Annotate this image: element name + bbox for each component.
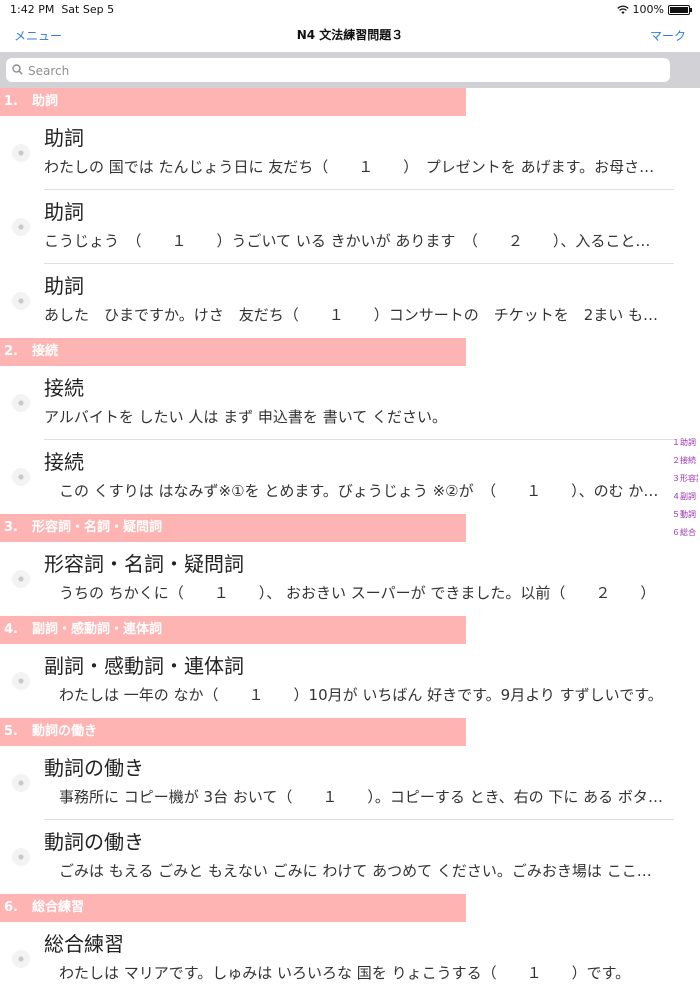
section-header: 6. 総合練習 bbox=[0, 894, 466, 922]
list-item[interactable]: 動詞の働き ごみは もえる ごみと もえない ごみに わけて あつめて ください… bbox=[0, 820, 700, 894]
search-box[interactable] bbox=[6, 58, 670, 82]
question-list: 1. 助詞 助詞 わたしの 国では たんじょう日に 友だち（ １ ） プレゼントを あ… bbox=[0, 88, 700, 996]
section-index: １助詞２接続３形容詞４副詞５動詞６総合 bbox=[672, 434, 698, 542]
item-title: 動詞の働き bbox=[44, 756, 144, 780]
section-header: 1. 助詞 bbox=[0, 88, 466, 116]
section-title: 動詞の働き bbox=[32, 724, 98, 739]
list-item[interactable]: 接続 この くすりは はなみず※①を とめます。びょうじょう ※②が （ １ ）… bbox=[0, 440, 700, 514]
list-item[interactable]: 助詞あした ひまですか。けさ 友だち（ １ ）コンサートの チケットを 2まい … bbox=[0, 264, 700, 338]
status-dot-icon bbox=[12, 570, 30, 588]
search-input[interactable] bbox=[26, 61, 660, 81]
section-title: 副詞・感動詞・連体詞 bbox=[32, 622, 163, 637]
section-header: 3. 形容詞・名詞・疑問詞 bbox=[0, 514, 466, 542]
section-title: 助詞 bbox=[32, 94, 59, 109]
item-question: あした ひまですか。けさ 友だち（ １ ）コンサートの チケットを 2まい もら… bbox=[44, 306, 664, 324]
item-question: 事務所に コピー機が 3台 おいて（ １ ）。コピーする とき、右の 下に ある… bbox=[44, 788, 664, 806]
section-header: 4. 副詞・感動詞・連体詞 bbox=[0, 616, 466, 644]
item-title: 助詞 bbox=[44, 200, 84, 224]
item-title: 形容詞・名詞・疑問詞 bbox=[44, 552, 244, 576]
battery-percent: 100% bbox=[632, 3, 664, 16]
section-index-item[interactable]: ４副詞 bbox=[672, 488, 698, 506]
wifi-icon bbox=[616, 5, 629, 14]
section-number: 2. bbox=[4, 344, 18, 359]
status-dot-icon bbox=[12, 218, 30, 236]
list-item[interactable]: 助詞こうじょう （ １ ）うごいて いる きかいが あります （ ２ ）、入るこ… bbox=[0, 190, 700, 264]
item-title: 助詞 bbox=[44, 126, 84, 150]
section-number: 3. bbox=[4, 520, 18, 535]
item-title: 接続 bbox=[44, 376, 84, 400]
section-index-item[interactable]: ５動詞 bbox=[672, 506, 698, 524]
list-item[interactable]: 形容詞・名詞・疑問詞 うちの ちかくに（ １ ）、 おおきい スーパーが できま… bbox=[0, 542, 700, 616]
item-question: わたしの 国では たんじょう日に 友だち（ １ ） プレゼントを あげます。お母… bbox=[44, 158, 664, 176]
item-question: ごみは もえる ごみと もえない ごみに わけて あつめて ください。ごみおき場… bbox=[44, 862, 664, 880]
section-title: 形容詞・名詞・疑問詞 bbox=[32, 520, 163, 535]
status-dot-icon bbox=[12, 774, 30, 792]
item-question: こうじょう （ １ ）うごいて いる きかいが あります （ ２ ）、入ることが… bbox=[44, 232, 664, 250]
section-index-item[interactable]: ２接続 bbox=[672, 452, 698, 470]
section-title: 総合練習 bbox=[32, 900, 85, 915]
list-item[interactable]: 総合練習 わたしは マリアです。しゅみは いろいろな 国を りょこうする（ １ … bbox=[0, 922, 700, 996]
section-header: 5. 動詞の働き bbox=[0, 718, 466, 746]
status-dot-icon bbox=[12, 144, 30, 162]
item-title: 助詞 bbox=[44, 274, 84, 298]
section-index-item[interactable]: ３形容詞 bbox=[672, 470, 698, 488]
item-question: うちの ちかくに（ １ ）、 おおきい スーパーが できました。以前（ ２ ） bbox=[44, 584, 656, 602]
list-item[interactable]: 副詞・感動詞・連体詞 わたしは 一年の なか（ １ ）10月が いちばん 好きで… bbox=[0, 644, 700, 718]
item-question: わたしは マリアです。しゅみは いろいろな 国を りょこうする（ １ ）です。 bbox=[44, 964, 631, 982]
status-bar: 1:42 PM Sat Sep 5 100% bbox=[0, 0, 700, 20]
page-title: N4 文法練習問題３ bbox=[296, 28, 404, 42]
section-index-item[interactable]: ６総合 bbox=[672, 524, 698, 542]
list-item[interactable]: 助詞わたしの 国では たんじょう日に 友だち（ １ ） プレゼントを あげます。… bbox=[0, 116, 700, 190]
item-question: アルバイトを したい 人は まず 申込書を 書いて ください。 bbox=[44, 408, 448, 426]
status-dot-icon bbox=[12, 468, 30, 486]
list-item[interactable]: 動詞の働き 事務所に コピー機が 3台 おいて（ １ ）。コピーする とき、右の… bbox=[0, 746, 700, 820]
status-dot-icon bbox=[12, 292, 30, 310]
status-dot-icon bbox=[12, 950, 30, 968]
battery-icon bbox=[668, 4, 692, 15]
section-number: 5. bbox=[4, 724, 18, 739]
item-title: 総合練習 bbox=[44, 932, 124, 956]
mark-button[interactable]: マーク bbox=[650, 27, 686, 44]
item-title: 副詞・感動詞・連体詞 bbox=[44, 654, 244, 678]
item-question: この くすりは はなみず※①を とめます。びょうじょう ※②が （ １ ）、のむ… bbox=[44, 482, 664, 500]
navigation-bar: メニュー N4 文法練習問題３ マーク bbox=[0, 20, 700, 52]
item-title: 動詞の働き bbox=[44, 830, 144, 854]
section-title: 接続 bbox=[32, 344, 59, 359]
section-number: 1. bbox=[4, 94, 18, 109]
section-number: 4. bbox=[4, 622, 18, 637]
status-time: 1:42 PM Sat Sep 5 bbox=[10, 3, 115, 16]
item-title: 接続 bbox=[44, 450, 84, 474]
section-header: 2. 接続 bbox=[0, 338, 466, 366]
list-item[interactable]: 接続アルバイトを したい 人は まず 申込書を 書いて ください。 bbox=[0, 366, 700, 440]
section-index-item[interactable]: １助詞 bbox=[672, 434, 698, 452]
item-question: わたしは 一年の なか（ １ ）10月が いちばん 好きです。9月より すずしい… bbox=[44, 686, 663, 704]
search-icon bbox=[12, 64, 23, 75]
status-dot-icon bbox=[12, 394, 30, 412]
status-dot-icon bbox=[12, 672, 30, 690]
search-bar bbox=[0, 52, 700, 88]
section-number: 6. bbox=[4, 900, 18, 915]
status-dot-icon bbox=[12, 848, 30, 866]
